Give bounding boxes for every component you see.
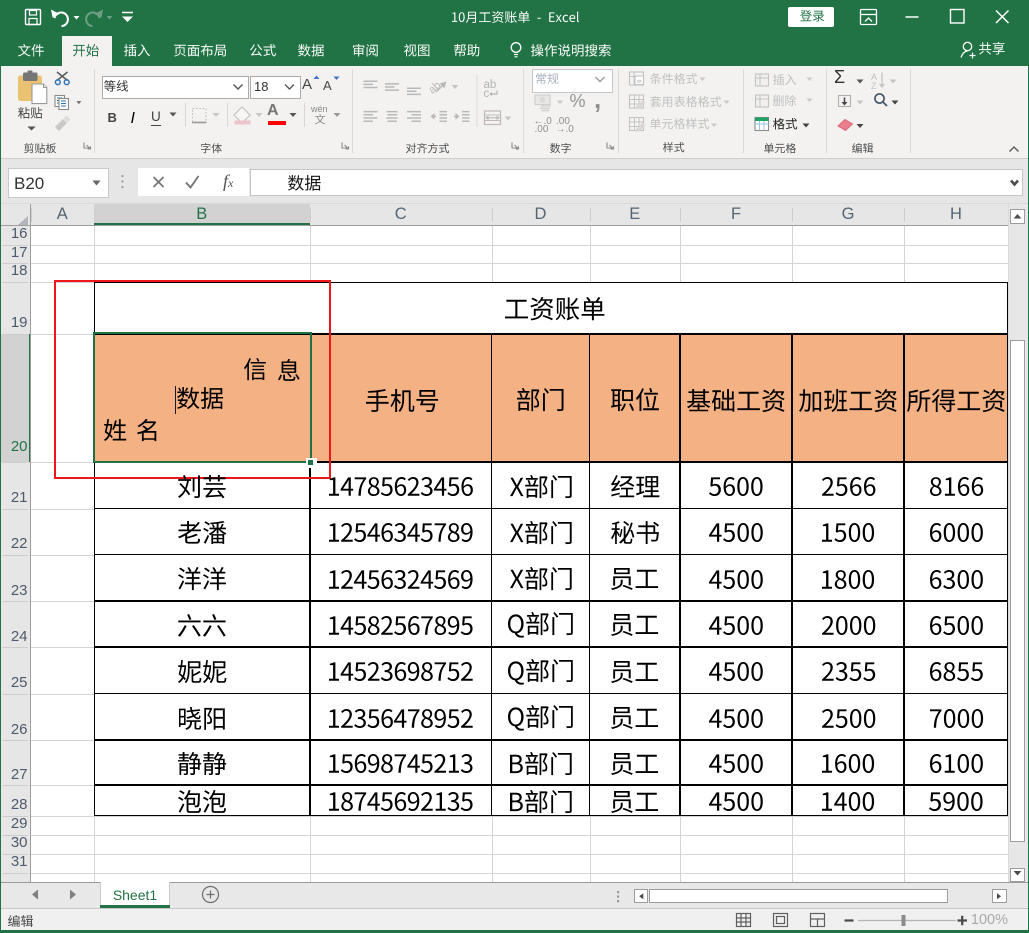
- svg-text:ab: ab: [426, 79, 443, 96]
- svg-text:Z: Z: [871, 81, 877, 91]
- svg-text:c: c: [484, 88, 490, 100]
